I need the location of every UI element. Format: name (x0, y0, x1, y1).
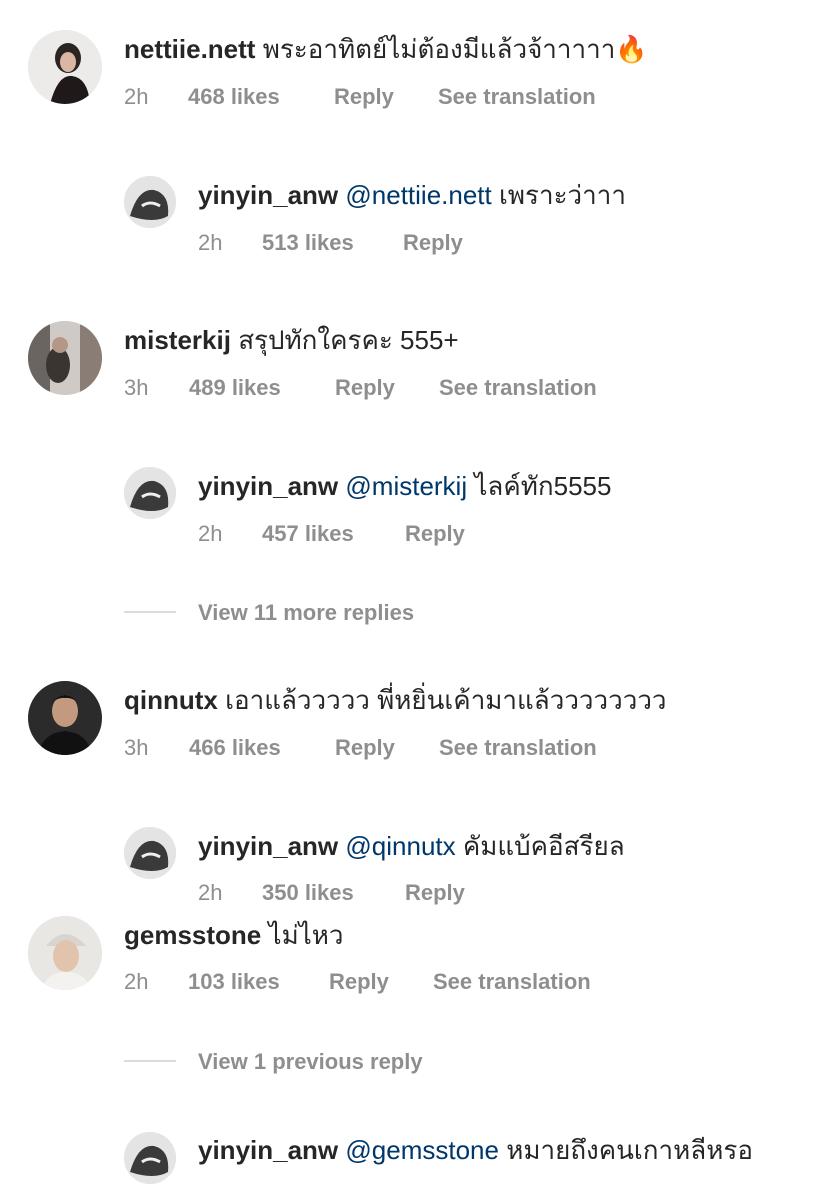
comment-body: ไม่ไหว (268, 920, 344, 950)
comment-body: คัมแบ้คอีสรียล (462, 831, 625, 861)
fire-icon: 🔥 (615, 35, 648, 65)
reply-text: yinyin_anw @gemsstone หมายถึงคนเกาหลีหรอ (198, 1133, 758, 1167)
mention-link[interactable]: @gemsstone (345, 1135, 499, 1165)
mention-link[interactable]: @qinnutx (345, 831, 455, 861)
comment-body: เอาแล้ววววว พี่หยิ่นเค้ามาแล้วววววววว (225, 685, 667, 715)
avatar[interactable] (124, 176, 176, 228)
username[interactable]: yinyin_anw (198, 1135, 338, 1165)
username[interactable]: yinyin_anw (198, 471, 338, 501)
likes-count[interactable]: 457 likes (262, 521, 354, 547)
reply-button[interactable]: Reply (405, 880, 465, 906)
avatar[interactable] (124, 467, 176, 519)
reply-text: yinyin_anw @qinnutx คัมแบ้คอีสรียล (198, 829, 625, 863)
likes-count[interactable]: 468 likes (188, 84, 280, 110)
username[interactable]: qinnutx (124, 685, 218, 715)
reply-text: yinyin_anw @nettiie.nett เพราะว่าาา (198, 178, 626, 212)
comment-text: qinnutx เอาแล้ววววว พี่หยิ่นเค้ามาแล้ววว… (124, 683, 667, 717)
likes-count[interactable]: 103 likes (188, 969, 280, 995)
mention-link[interactable]: @nettiie.nett (345, 180, 491, 210)
comment-text: misterkij สรุปทักใครคะ 555+ (124, 323, 459, 357)
comment-body: สรุปทักใครคะ 555+ (238, 325, 459, 355)
reply-button[interactable]: Reply (329, 969, 389, 995)
see-translation-button[interactable]: See translation (433, 969, 591, 995)
avatar[interactable] (28, 30, 102, 104)
view-previous-reply-button[interactable]: View 1 previous reply (198, 1049, 423, 1075)
comment-body: หมายถึงคนเกาหลีหรอ (506, 1135, 753, 1165)
timestamp: 2h (124, 969, 149, 994)
avatar[interactable] (28, 321, 102, 395)
divider (124, 1060, 176, 1062)
username[interactable]: misterkij (124, 325, 231, 355)
avatar[interactable] (124, 1132, 176, 1184)
avatar[interactable] (28, 916, 102, 990)
likes-count[interactable]: 350 likes (262, 880, 354, 906)
reply-text: yinyin_anw @misterkij ไลค์ทัก5555 (198, 469, 611, 503)
username[interactable]: nettiie.nett (124, 34, 255, 64)
reply-button[interactable]: Reply (403, 230, 463, 256)
reply-button[interactable]: Reply (334, 84, 394, 110)
avatar[interactable] (124, 827, 176, 879)
timestamp: 2h (198, 521, 223, 546)
see-translation-button[interactable]: See translation (438, 84, 596, 110)
comment-body: เพราะว่าาา (499, 180, 626, 210)
view-more-replies-button[interactable]: View 11 more replies (198, 600, 414, 626)
timestamp: 2h (124, 84, 149, 109)
reply-button[interactable]: Reply (335, 375, 395, 401)
username[interactable]: yinyin_anw (198, 180, 338, 210)
likes-count[interactable]: 489 likes (189, 375, 281, 401)
mention-link[interactable]: @misterkij (345, 471, 467, 501)
timestamp: 3h (124, 375, 149, 400)
username[interactable]: yinyin_anw (198, 831, 338, 861)
comment-body: พระอาทิตย์ไม่ต้องมีแล้วจ้าาาาา (262, 34, 616, 64)
see-translation-button[interactable]: See translation (439, 375, 597, 401)
see-translation-button[interactable]: See translation (439, 735, 597, 761)
divider (124, 611, 176, 613)
username[interactable]: gemsstone (124, 920, 261, 950)
likes-count[interactable]: 466 likes (189, 735, 281, 761)
timestamp: 2h (198, 880, 223, 905)
timestamp: 3h (124, 735, 149, 760)
avatar[interactable] (28, 681, 102, 755)
reply-button[interactable]: Reply (335, 735, 395, 761)
timestamp: 2h (198, 230, 223, 255)
reply-button[interactable]: Reply (405, 521, 465, 547)
likes-count[interactable]: 513 likes (262, 230, 354, 256)
comment-body: ไลค์ทัก5555 (474, 471, 612, 501)
comment-text: gemsstone ไม่ไหว (124, 918, 344, 952)
comment-text: nettiie.nett พระอาทิตย์ไม่ต้องมีแล้วจ้าา… (124, 32, 648, 67)
